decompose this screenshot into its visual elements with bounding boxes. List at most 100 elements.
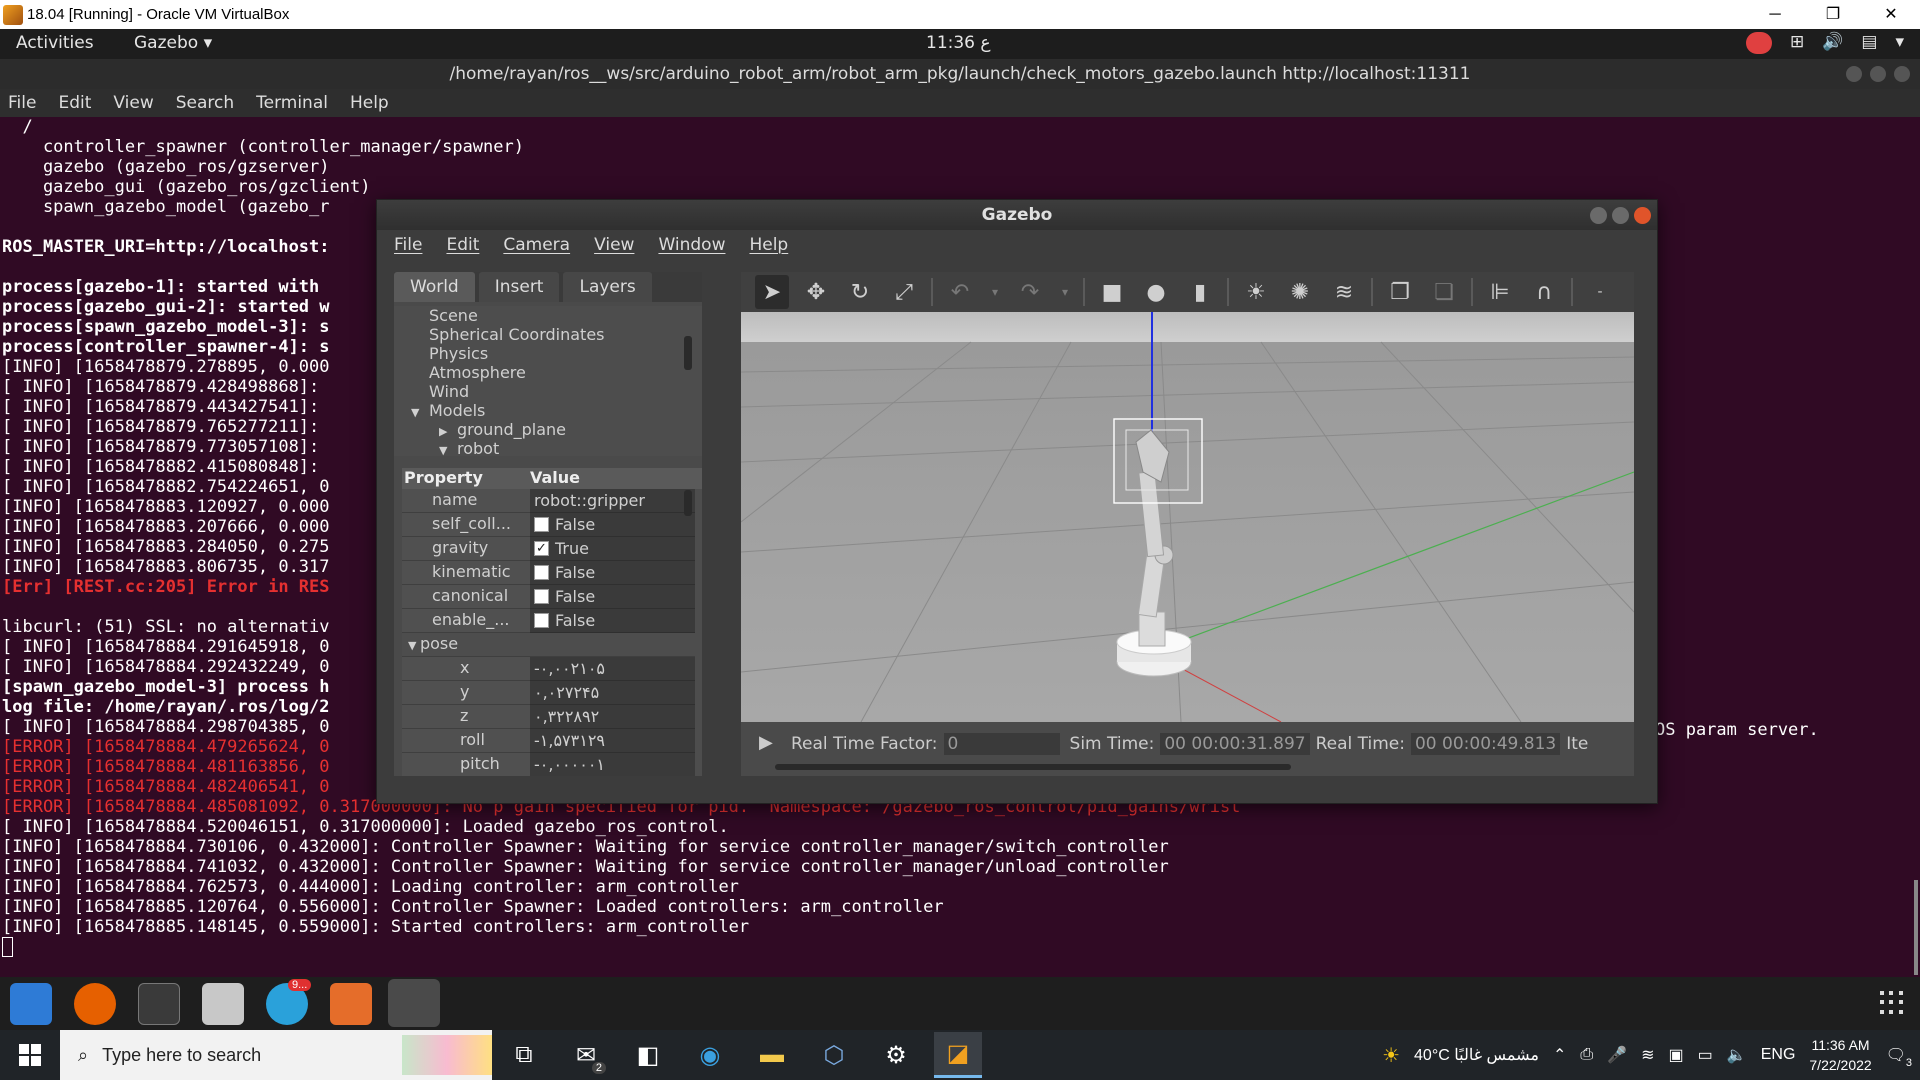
tree-item-wind[interactable]: Wind [394,382,702,401]
3d-viewport[interactable] [741,312,1634,722]
gazebo-minimize-button[interactable] [1590,207,1607,224]
gazebo-dock-icon[interactable] [388,979,440,1027]
redo-icon[interactable]: ↷ [1013,275,1047,309]
terminal-menu-edit[interactable]: Edit [58,89,91,117]
terminal-minimize-button[interactable] [1846,66,1862,82]
topbar-clock[interactable]: 11:36 ع [926,33,991,53]
tree-item-spherical-coordinates[interactable]: Spherical Coordinates [394,325,702,344]
undo-icon[interactable]: ↶ [943,275,977,309]
align-icon[interactable]: ⊫ [1483,275,1517,309]
terminal-menu-file[interactable]: File [8,89,36,117]
property-row-canonical[interactable]: canonical False [402,585,702,609]
property-value[interactable]: -۰,۰۰۰۰۰۱ [530,753,695,776]
tree-item-atmosphere[interactable]: Atmosphere [394,363,702,382]
start-button[interactable] [0,1030,60,1080]
telegram-icon[interactable]: 9... [266,979,312,1025]
property-checkbox[interactable] [534,565,549,580]
terminal-menu-view[interactable]: View [113,89,153,117]
expand-down-icon[interactable]: ▼ [439,441,453,456]
spot-light-icon[interactable]: ✺ [1283,275,1317,309]
record-indicator-icon[interactable] [1745,32,1772,54]
property-value[interactable]: False [530,561,695,585]
translate-icon[interactable]: ✥ [799,275,833,309]
terminal-menu-search[interactable]: Search [176,89,234,117]
wifi-icon[interactable]: ≋ [1641,1045,1654,1065]
virtualbox-taskbar-icon[interactable]: ◧ [624,1032,672,1078]
battery-tray-icon[interactable]: ▭ [1698,1045,1713,1065]
scale-icon[interactable]: ⤢ [887,275,921,309]
property-value[interactable]: robot::gripper [530,489,695,513]
taskbar-search[interactable]: ⌕ Type here to search [60,1030,492,1080]
snap-icon[interactable]: ∩ [1527,275,1561,309]
menu-arrow-icon[interactable]: ▾ [1895,32,1904,54]
weather-sun-icon[interactable]: ☀ [1382,1043,1400,1068]
virtualbox-vm-icon[interactable]: ◪ [934,1032,982,1078]
status-scrollbar[interactable] [775,764,1291,770]
cylinder-icon[interactable]: ▮ [1183,275,1217,309]
paste-icon[interactable]: ❏ [1427,275,1461,309]
property-value[interactable]: -۰,۰۰۲۱۰۵ [530,657,695,681]
gazebo-menu-help[interactable]: Help [749,230,788,260]
gazebo-menu-view[interactable]: View [594,230,634,260]
property-value[interactable]: False [530,585,695,609]
tab-world[interactable]: World [394,272,475,302]
microphone-icon[interactable]: 🎤 [1607,1045,1627,1065]
terminal-maximize-button[interactable] [1870,66,1886,82]
tree-item-models[interactable]: ▼ Models [394,401,702,420]
property-row-self_coll[interactable]: self_coll... False [402,513,702,537]
weather-text[interactable]: 40°C مشمس غالبًا [1414,1045,1539,1065]
firefox-icon[interactable] [74,983,116,1025]
tree-item-robot[interactable]: ▼ robot [394,439,702,456]
terminal-app-icon[interactable] [138,983,180,1025]
files-icon[interactable] [202,983,244,1025]
chevron-up-icon[interactable]: ⌃ [1553,1045,1566,1065]
terminal-scrollbar[interactable] [1914,880,1918,975]
property-value[interactable]: ۰,۳۲۲۸۹۲ [530,705,695,729]
volume-icon[interactable]: 🔊 [1822,32,1843,54]
play-icon[interactable]: ▶ [759,732,773,753]
property-row-y[interactable]: y ۰,۰۲۷۲۴۵ [402,681,702,705]
copy-icon[interactable]: ❐ [1383,275,1417,309]
tree-item-ground_plane[interactable]: ▶ ground_plane [394,420,702,439]
task-view-icon[interactable]: ⧉ [500,1032,548,1078]
gazebo-maximize-button[interactable] [1612,207,1629,224]
activities-button[interactable]: Activities [16,33,94,53]
property-row-pose[interactable]: ▼ pose [402,633,702,657]
settings-gear-icon[interactable]: ⚙ [872,1032,920,1078]
tab-insert[interactable]: Insert [478,272,560,302]
file-explorer-icon[interactable]: ▬ [748,1032,796,1078]
tree-item-scene[interactable]: Scene [394,306,702,325]
box-icon[interactable]: ■ [1095,275,1129,309]
property-row-x[interactable]: x -۰,۰۰۲۱۰۵ [402,657,702,681]
expand-down-icon[interactable]: ▼ [408,639,420,652]
property-value[interactable]: ۰,۰۲۷۲۴۵ [530,681,695,705]
property-value[interactable]: False [530,609,695,633]
show-apps-icon[interactable] [1880,991,1904,1015]
language-indicator[interactable]: ENG [1761,1046,1796,1064]
toolbar-more-icon[interactable]: - [1583,275,1617,309]
meet-now-icon[interactable]: ⎙ [1580,1046,1593,1064]
tab-layers[interactable]: Layers [563,272,652,302]
select-arrow-icon[interactable]: ➤ [755,275,789,309]
property-checkbox[interactable] [534,613,549,628]
property-row-gravity[interactable]: gravity ✓ True [402,537,702,561]
property-value[interactable]: ✓ True [530,537,695,561]
gazebo-menu-camera[interactable]: Camera [503,230,570,260]
undo-dropdown-icon[interactable]: ▾ [987,275,1003,309]
expand-down-icon[interactable]: ▼ [411,403,425,422]
property-value[interactable]: False [530,513,695,537]
property-row-kinematic[interactable]: kinematic False [402,561,702,585]
speaker-icon[interactable]: 🔈 [1727,1045,1747,1065]
gazebo-menu-file[interactable]: File [394,230,422,260]
property-value[interactable]: -۱,۵۷۳۱۲۹ [530,729,695,753]
3d-box-icon[interactable]: ⬡ [810,1032,858,1078]
battery-icon[interactable]: ▤ [1861,32,1877,54]
property-row-name[interactable]: name robot::gripper [402,489,702,513]
app-menu-gazebo[interactable]: Gazebo ▾ [134,33,212,53]
edge-icon[interactable]: ◉ [686,1032,734,1078]
properties-scrollbar[interactable] [684,490,692,516]
network-icon[interactable]: ⊞ [1790,32,1804,54]
property-checkbox[interactable]: ✓ [534,541,549,556]
gazebo-menu-edit[interactable]: Edit [446,230,479,260]
sphere-icon[interactable]: ● [1139,275,1173,309]
